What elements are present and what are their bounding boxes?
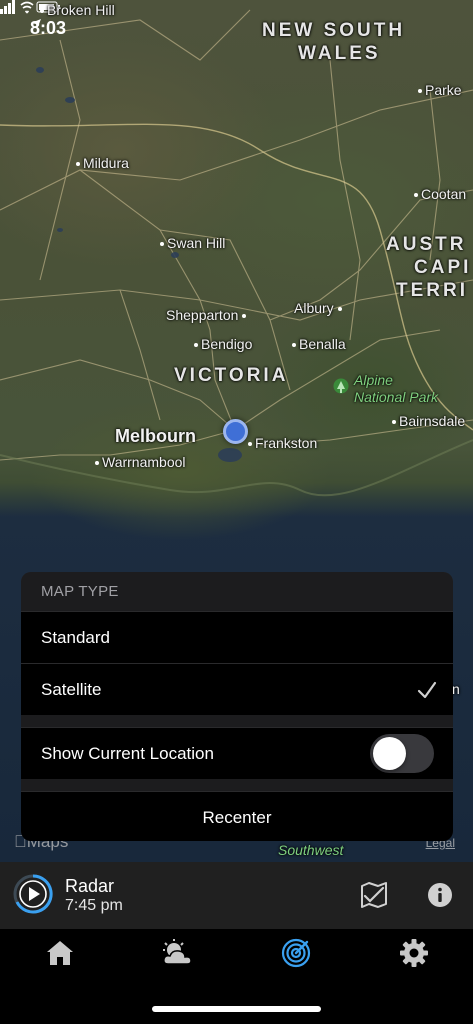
place-mildura: Mildura [76, 155, 129, 171]
option-label: Standard [41, 627, 110, 647]
map-type-header: MAP TYPE [21, 572, 453, 611]
place-swan-hill: Swan Hill [160, 235, 225, 251]
map-type-option-satellite[interactable]: Satellite [21, 663, 453, 715]
place-cootamundra: Cootan [414, 186, 466, 202]
play-icon[interactable] [13, 874, 53, 914]
place-melbourne: Melbourn [115, 426, 196, 446]
home-icon[interactable] [44, 937, 76, 969]
recenter-label: Recenter [202, 807, 272, 827]
recenter-button[interactable]: Recenter [21, 791, 453, 841]
place-bendigo: Bendigo [194, 336, 252, 352]
place-act-line3: TERRI [396, 280, 468, 301]
place-shepparton: Shepparton [166, 307, 249, 323]
place-alpine: Alpine [354, 372, 393, 388]
checkmark-icon [417, 681, 437, 699]
radar-title: Radar [65, 876, 115, 896]
place-bairnsdale: Bairnsdale [392, 413, 465, 429]
current-location-puck[interactable] [223, 419, 248, 444]
place-frankston: Frankston [248, 435, 317, 451]
option-label: Satellite [41, 679, 102, 699]
tab-bar [0, 929, 473, 1024]
place-alpine-line2: National Park [354, 389, 439, 405]
section-gap [21, 779, 453, 791]
wifi-icon [20, 1, 34, 14]
radar-playback-bar: Radar 7:45 pm [0, 862, 473, 929]
place-albury: Albury [294, 300, 345, 316]
place-act-line2: CAPI [414, 257, 472, 278]
map-type-sheet: MAP TYPE Standard Satellite Show Current… [21, 572, 453, 841]
place-victoria: VICTORIA [174, 365, 289, 386]
map-type-option-standard[interactable]: Standard [21, 611, 453, 663]
place-warrnambool: Warrnambool [95, 454, 186, 470]
section-gap [21, 715, 453, 727]
status-time: 8:03 [30, 18, 67, 38]
place-southwest: Southwest [278, 842, 344, 858]
gear-icon[interactable] [398, 937, 430, 969]
place-edge-label: n [452, 681, 460, 697]
show-location-label: Show Current Location [41, 743, 214, 763]
show-current-location-row: Show Current Location [21, 727, 453, 779]
cloud-sun-icon[interactable] [160, 937, 196, 969]
place-broken-hill: Broken Hill [40, 2, 115, 18]
home-indicator[interactable] [152, 1006, 321, 1012]
place-act: AUSTR [386, 234, 467, 255]
show-location-toggle[interactable] [370, 734, 434, 773]
place-parkes: Parke [418, 82, 462, 98]
location-arrow-icon [31, 19, 41, 29]
signal-icon [0, 0, 15, 14]
radar-timestamp: 7:45 pm [65, 897, 123, 914]
place-nsw-line2: WALES [298, 43, 381, 64]
alpine-park-icon [333, 378, 349, 394]
place-benalla: Benalla [292, 336, 346, 352]
info-icon[interactable] [427, 882, 453, 908]
map-style-icon[interactable] [358, 880, 390, 910]
place-nsw: NEW SOUTH [262, 20, 406, 41]
radar-icon[interactable] [280, 937, 312, 969]
toggle-knob [373, 737, 406, 770]
